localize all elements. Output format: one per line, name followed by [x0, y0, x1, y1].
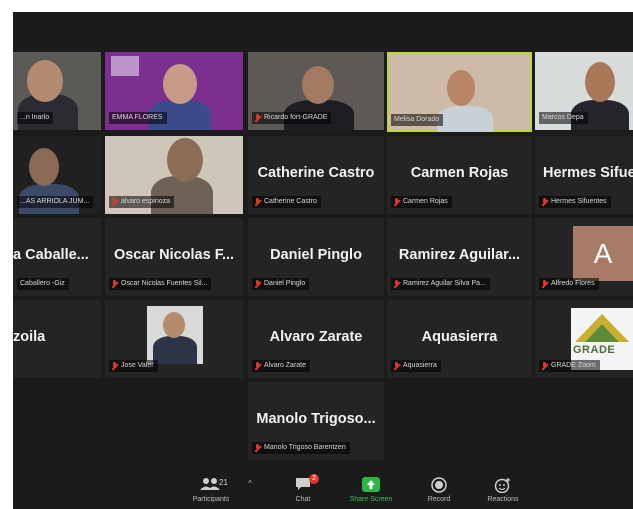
- participant-label: Daniel Pinglo: [252, 278, 310, 290]
- chat-badge: 2: [309, 474, 319, 484]
- participant-tile-r2c4[interactable]: Carmen Rojas Carmen Rojas: [387, 136, 532, 214]
- video-tile-r1c4[interactable]: Melisa Dorado: [387, 52, 532, 132]
- participant-tile-r3c5[interactable]: A Alfredo Flores: [535, 218, 633, 296]
- participant-label: Caballero -Giz: [17, 278, 69, 290]
- reactions-label: Reactions: [487, 496, 519, 503]
- meeting-toolbar: 21 Participants ^ 2 Chat Share Screen Re…: [13, 473, 633, 509]
- participant-face: [29, 148, 59, 186]
- participant-face: [447, 70, 475, 106]
- muted-mic-icon: [255, 444, 261, 452]
- participant-name: Hermes Sifue: [543, 165, 633, 182]
- participant-name: Oscar Nicolas F...: [113, 247, 235, 264]
- event-banner: [111, 56, 139, 76]
- record-button[interactable]: Record: [411, 477, 467, 503]
- participant-label: Catherine Castro: [252, 196, 321, 208]
- participant-tile-r2c5[interactable]: Hermes Sifue Hermes Sifuentes: [535, 136, 633, 214]
- record-label: Record: [427, 496, 451, 503]
- participant-name: Manolo Trigoso...: [256, 411, 376, 428]
- participant-name: Ramirez Aguilar...: [398, 247, 521, 264]
- share-screen-label: Share Screen: [349, 496, 393, 503]
- muted-mic-icon: [394, 362, 400, 370]
- chevron-up-icon: ^: [248, 479, 252, 488]
- participant-face: [163, 64, 197, 104]
- participant-face: [167, 138, 203, 182]
- share-screen-button[interactable]: Share Screen: [343, 477, 399, 503]
- video-tile-r1c1[interactable]: ...n Inarlo: [13, 52, 101, 130]
- participant-label: Ricardo fort-GRADE: [252, 112, 332, 124]
- participant-face: [27, 60, 63, 102]
- participant-name: Aquasierra: [421, 329, 498, 346]
- participant-label: EMMA FLORES: [109, 112, 167, 124]
- muted-mic-icon: [255, 280, 261, 288]
- participant-label: Hermes Sifuentes: [539, 196, 611, 208]
- muted-mic-icon: [542, 280, 548, 288]
- muted-mic-icon: [112, 362, 118, 370]
- participant-label: ...AS ARRIOLA JUM...: [17, 196, 94, 208]
- participant-label: GRADE Zoom: [539, 360, 600, 372]
- video-tile-r1c2[interactable]: EMMA FLORES: [105, 52, 243, 130]
- participant-name: a Caballe...: [13, 247, 89, 264]
- participant-video: [437, 106, 493, 132]
- participant-tile-r5c3[interactable]: Manolo Trigoso... Manolo Trigoso Barentz…: [248, 382, 384, 460]
- meeting-window: ...n Inarlo EMMA FLORES Ricardo fort-GRA…: [13, 12, 633, 509]
- participant-name: Carmen Rojas: [410, 165, 509, 182]
- muted-mic-icon: [255, 114, 261, 122]
- participant-label: Alvaro Zarate: [252, 360, 311, 372]
- video-tile-r1c5[interactable]: Marcos Depa: [535, 52, 633, 130]
- muted-mic-icon: [394, 280, 400, 288]
- participant-label: alvaro espinoza: [109, 196, 175, 208]
- participant-name: Catherine Castro: [257, 165, 375, 182]
- participant-tile-r2c3[interactable]: Catherine Castro Catherine Castro: [248, 136, 384, 214]
- video-tile-r2c1[interactable]: ...AS ARRIOLA JUM...: [13, 136, 101, 214]
- participant-tile-r4c5[interactable]: GRADE GRADE Zoom: [535, 300, 633, 378]
- reactions-button[interactable]: Reactions: [475, 477, 531, 503]
- participant-label: ...n Inarlo: [17, 112, 54, 124]
- muted-mic-icon: [112, 280, 118, 288]
- chat-button[interactable]: 2 Chat: [275, 474, 331, 503]
- muted-mic-icon: [255, 362, 261, 370]
- participant-face: [163, 312, 185, 338]
- participant-label: Aquasierra: [391, 360, 441, 372]
- participant-body: [153, 336, 197, 364]
- muted-mic-icon: [112, 198, 118, 206]
- logo-text: GRADE: [573, 344, 616, 356]
- muted-mic-icon: [255, 198, 261, 206]
- participant-name: zoila: [13, 329, 46, 346]
- participant-name: Daniel Pinglo: [270, 247, 362, 264]
- participant-label: Jose Valer: [109, 360, 158, 372]
- video-tile-r4c2[interactable]: Jose Valer: [105, 300, 243, 378]
- chat-label: Chat: [295, 496, 311, 503]
- participant-label: Alfredo Flores: [539, 278, 599, 290]
- participant-face: [585, 62, 615, 102]
- participants-count: 21: [219, 478, 228, 487]
- participant-tile-r3c4[interactable]: Ramirez Aguilar... Ramirez Aguilar Silva…: [387, 218, 532, 296]
- participant-label: Marcos Depa: [539, 112, 588, 124]
- participant-tile-r3c3[interactable]: Daniel Pinglo Daniel Pinglo: [248, 218, 384, 296]
- participant-tile-r4c4[interactable]: Aquasierra Aquasierra: [387, 300, 532, 378]
- participants-button[interactable]: 21 Participants: [183, 477, 239, 503]
- muted-mic-icon: [542, 198, 548, 206]
- participant-label: Ramirez Aguilar Silva Pa...: [391, 278, 490, 290]
- participants-options-button[interactable]: ^: [245, 479, 255, 488]
- muted-mic-icon: [542, 362, 548, 370]
- participant-label: Manolo Trigoso Barentzen: [252, 442, 350, 454]
- avatar: A: [573, 226, 633, 281]
- participant-label: Melisa Dorado: [391, 114, 444, 126]
- record-icon: [431, 477, 447, 493]
- share-screen-icon: [362, 477, 380, 492]
- participant-tile-r4c1[interactable]: zoila: [13, 300, 101, 378]
- video-tile-r1c3[interactable]: Ricardo fort-GRADE: [248, 52, 384, 130]
- participant-tile-r3c2[interactable]: Oscar Nicolas F... Oscar Nicolas Fuentes…: [105, 218, 243, 296]
- participant-label: Carmen Rojas: [391, 196, 452, 208]
- participant-label: Oscar Nicolas Fuentes Sil...: [109, 278, 212, 290]
- participant-face: [302, 66, 334, 104]
- participants-label: Participants: [192, 496, 230, 503]
- participant-name: Alvaro Zarate: [269, 329, 363, 346]
- participant-tile-r3c1[interactable]: a Caballe... Caballero -Giz: [13, 218, 101, 296]
- participant-tile-r4c3[interactable]: Alvaro Zarate Alvaro Zarate: [248, 300, 384, 378]
- video-tile-r2c2[interactable]: alvaro espinoza: [105, 136, 243, 214]
- muted-mic-icon: [394, 198, 400, 206]
- logo-chevron-icon: [575, 314, 629, 342]
- reactions-icon: [494, 478, 510, 494]
